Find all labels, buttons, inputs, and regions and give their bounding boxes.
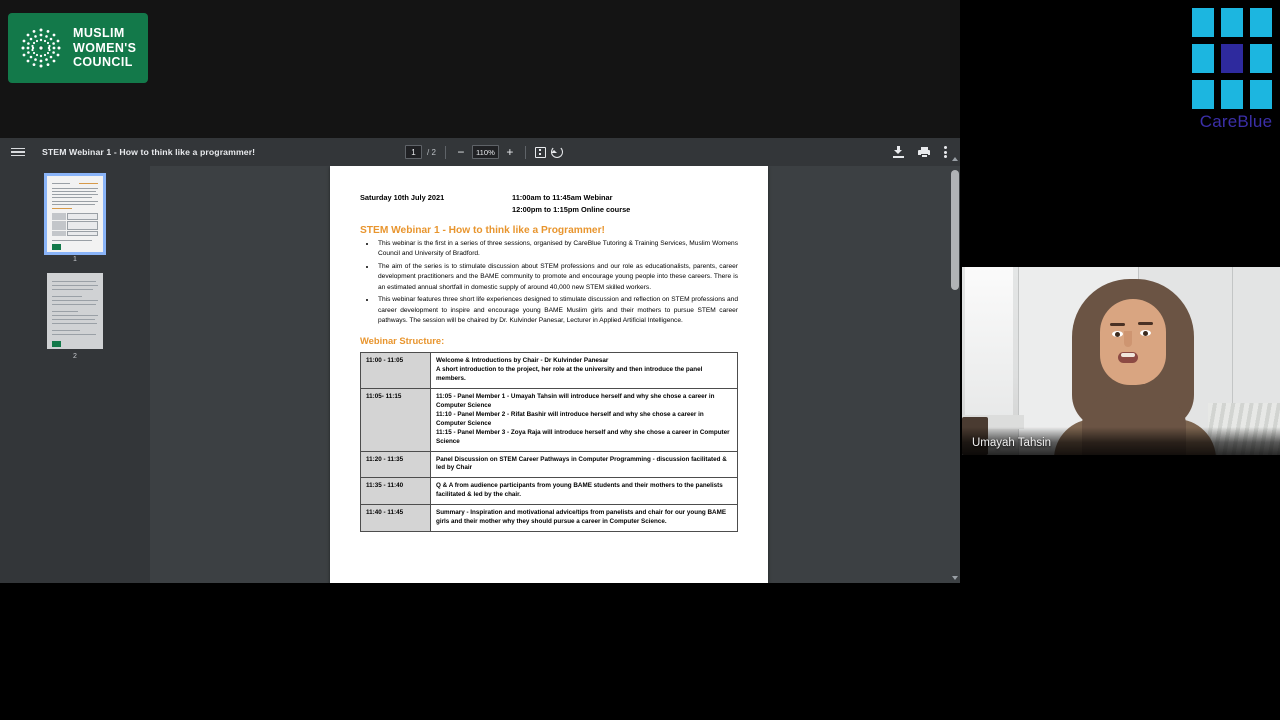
- careblue-logo-text: CareBlue: [1199, 112, 1273, 131]
- schedule-description: Summary - Inspiration and motivational a…: [430, 504, 738, 533]
- pdf-document-title: STEM Webinar 1 - How to think like a pro…: [42, 147, 256, 157]
- screen-share-meeting-view: MUSLIM WOMEN'S COUNCIL STEM Webinar 1 - …: [0, 0, 1280, 720]
- schedule-line: Summary - Inspiration and motivational a…: [436, 509, 727, 526]
- zoom-level-input[interactable]: 110%: [471, 145, 499, 159]
- page-thumbnail-1[interactable]: [44, 173, 106, 255]
- mwc-logo-line-2: WOMEN'S: [73, 40, 137, 55]
- zoom-out-button[interactable]: −: [455, 146, 467, 158]
- page-thumbnail-2[interactable]: [47, 273, 103, 349]
- page-count-label: / 2: [427, 148, 436, 157]
- document-bullet: This webinar is the first in a series of…: [376, 239, 738, 260]
- schedule-time: 11:05- 11:15: [360, 387, 431, 452]
- page-number-input[interactable]: 1: [405, 145, 422, 159]
- mwc-logo-line-3: COUNCIL: [73, 55, 133, 70]
- fit-to-page-icon[interactable]: [534, 146, 546, 158]
- toolbar-divider-1: [444, 145, 446, 159]
- shared-screen-region: MUSLIM WOMEN'S COUNCIL STEM Webinar 1 - …: [0, 0, 960, 583]
- document-time-line-1: 11:00am to 11:45am Webinar: [512, 193, 613, 202]
- presentation-logo-band: MUSLIM WOMEN'S COUNCIL: [0, 0, 960, 138]
- participant-video-tile[interactable]: Umayah Tahsin: [962, 267, 1280, 455]
- table-row: 11:40 - 11:45 Summary - Inspiration and …: [360, 504, 738, 533]
- document-times: 11:00am to 11:45am Webinar 12:00pm to 1:…: [512, 192, 630, 216]
- schedule-line: 11:10 - Panel Member 2 - Rifat Bashir wi…: [436, 410, 704, 427]
- schedule-time: 11:20 - 11:35: [360, 450, 431, 479]
- muslim-womens-council-logo: MUSLIM WOMEN'S COUNCIL: [8, 13, 148, 83]
- table-row: 11:00 - 11:05 Welcome & Introductions by…: [360, 352, 738, 389]
- pdf-viewer: STEM Webinar 1 - How to think like a pro…: [0, 138, 960, 583]
- scroll-down-arrow-icon[interactable]: [952, 576, 958, 580]
- schedule-table: 11:00 - 11:05 Welcome & Introductions by…: [360, 352, 738, 533]
- schedule-description: 11:05 - Panel Member 1 - Umayah Tahsin w…: [430, 387, 738, 452]
- scrollbar-thumb[interactable]: [951, 170, 959, 290]
- document-header-row: Saturday 10th July 2021 11:00am to 11:45…: [360, 192, 738, 216]
- mwc-logo-text: MUSLIM WOMEN'S COUNCIL: [73, 26, 136, 70]
- document-heading: STEM Webinar 1 - How to think like a Pro…: [360, 224, 605, 236]
- mwc-starburst-icon: [15, 22, 67, 74]
- participant-name-label: Umayah Tahsin: [972, 437, 1052, 449]
- more-options-icon[interactable]: [944, 145, 948, 159]
- rotate-icon[interactable]: [550, 146, 563, 158]
- table-row: 11:05- 11:15 11:05 - Panel Member 1 - Um…: [360, 387, 738, 452]
- print-icon[interactable]: [918, 146, 930, 158]
- video-name-overlay: Umayah Tahsin: [962, 427, 1280, 455]
- schedule-description: Welcome & Introductions by Chair - Dr Ku…: [430, 352, 738, 389]
- schedule-line: A short introduction to the project, her…: [436, 366, 703, 382]
- document-bullet: The aim of the series is to stimulate di…: [376, 262, 738, 294]
- document-bullet: This webinar features three short life e…: [376, 295, 738, 327]
- hamburger-menu-icon[interactable]: [10, 144, 26, 160]
- thumbnail-item-2[interactable]: 2: [0, 273, 150, 360]
- mwc-logo-line-1: MUSLIM: [73, 26, 125, 41]
- pdf-page-1: Saturday 10th July 2021 11:00am to 11:45…: [330, 166, 768, 583]
- download-icon[interactable]: [893, 146, 904, 158]
- pdf-toolbar-right-controls: [893, 138, 948, 166]
- schedule-line: Q & A from audience participants from yo…: [436, 482, 723, 499]
- thumbnail-number-1: 1: [73, 256, 77, 263]
- schedule-time: 11:00 - 11:05: [360, 352, 431, 389]
- thumbnail-item-1[interactable]: 1: [0, 173, 150, 263]
- schedule-line: Welcome & Introductions by Chair - Dr Ku…: [436, 357, 609, 365]
- pdf-toolbar: STEM Webinar 1 - How to think like a pro…: [0, 138, 960, 166]
- schedule-time: 11:35 - 11:40: [360, 477, 431, 506]
- schedule-line: Panel Discussion on STEM Career Pathways…: [436, 455, 727, 472]
- schedule-description: Q & A from audience participants from yo…: [430, 477, 738, 506]
- table-row: 11:20 - 11:35 Panel Discussion on STEM C…: [360, 450, 738, 479]
- document-date: Saturday 10th July 2021: [360, 193, 445, 202]
- pdf-page-scroll-area[interactable]: Saturday 10th July 2021 11:00am to 11:45…: [150, 166, 960, 583]
- toolbar-divider-2: [524, 145, 526, 159]
- pdf-toolbar-center-controls: 1 / 2 − 110% +: [405, 138, 563, 166]
- thumbnail-number-2: 2: [73, 353, 77, 360]
- pdf-vertical-scrollbar[interactable]: [950, 157, 960, 583]
- schedule-line: 11:15 - Panel Member 3 - Zoya Raja will …: [436, 428, 730, 445]
- schedule-description: Panel Discussion on STEM Career Pathways…: [430, 450, 738, 479]
- total-pages: 2: [431, 147, 436, 157]
- zoom-in-button[interactable]: +: [504, 146, 516, 158]
- schedule-time: 11:40 - 11:45: [360, 504, 431, 533]
- webinar-structure-heading: Webinar Structure:: [360, 335, 445, 347]
- document-bullet-list: This webinar is the first in a series of…: [376, 239, 738, 327]
- pdf-thumbnail-pane[interactable]: 1 2: [0, 166, 150, 583]
- page-separator: /: [427, 147, 430, 157]
- table-row: 11:35 - 11:40 Q & A from audience partic…: [360, 477, 738, 506]
- document-time-line-2: 12:00pm to 1:15pm Online course: [512, 204, 631, 214]
- schedule-line: 11:05 - Panel Member 1 - Umayah Tahsin w…: [436, 392, 715, 409]
- scroll-up-arrow-icon[interactable]: [952, 157, 958, 161]
